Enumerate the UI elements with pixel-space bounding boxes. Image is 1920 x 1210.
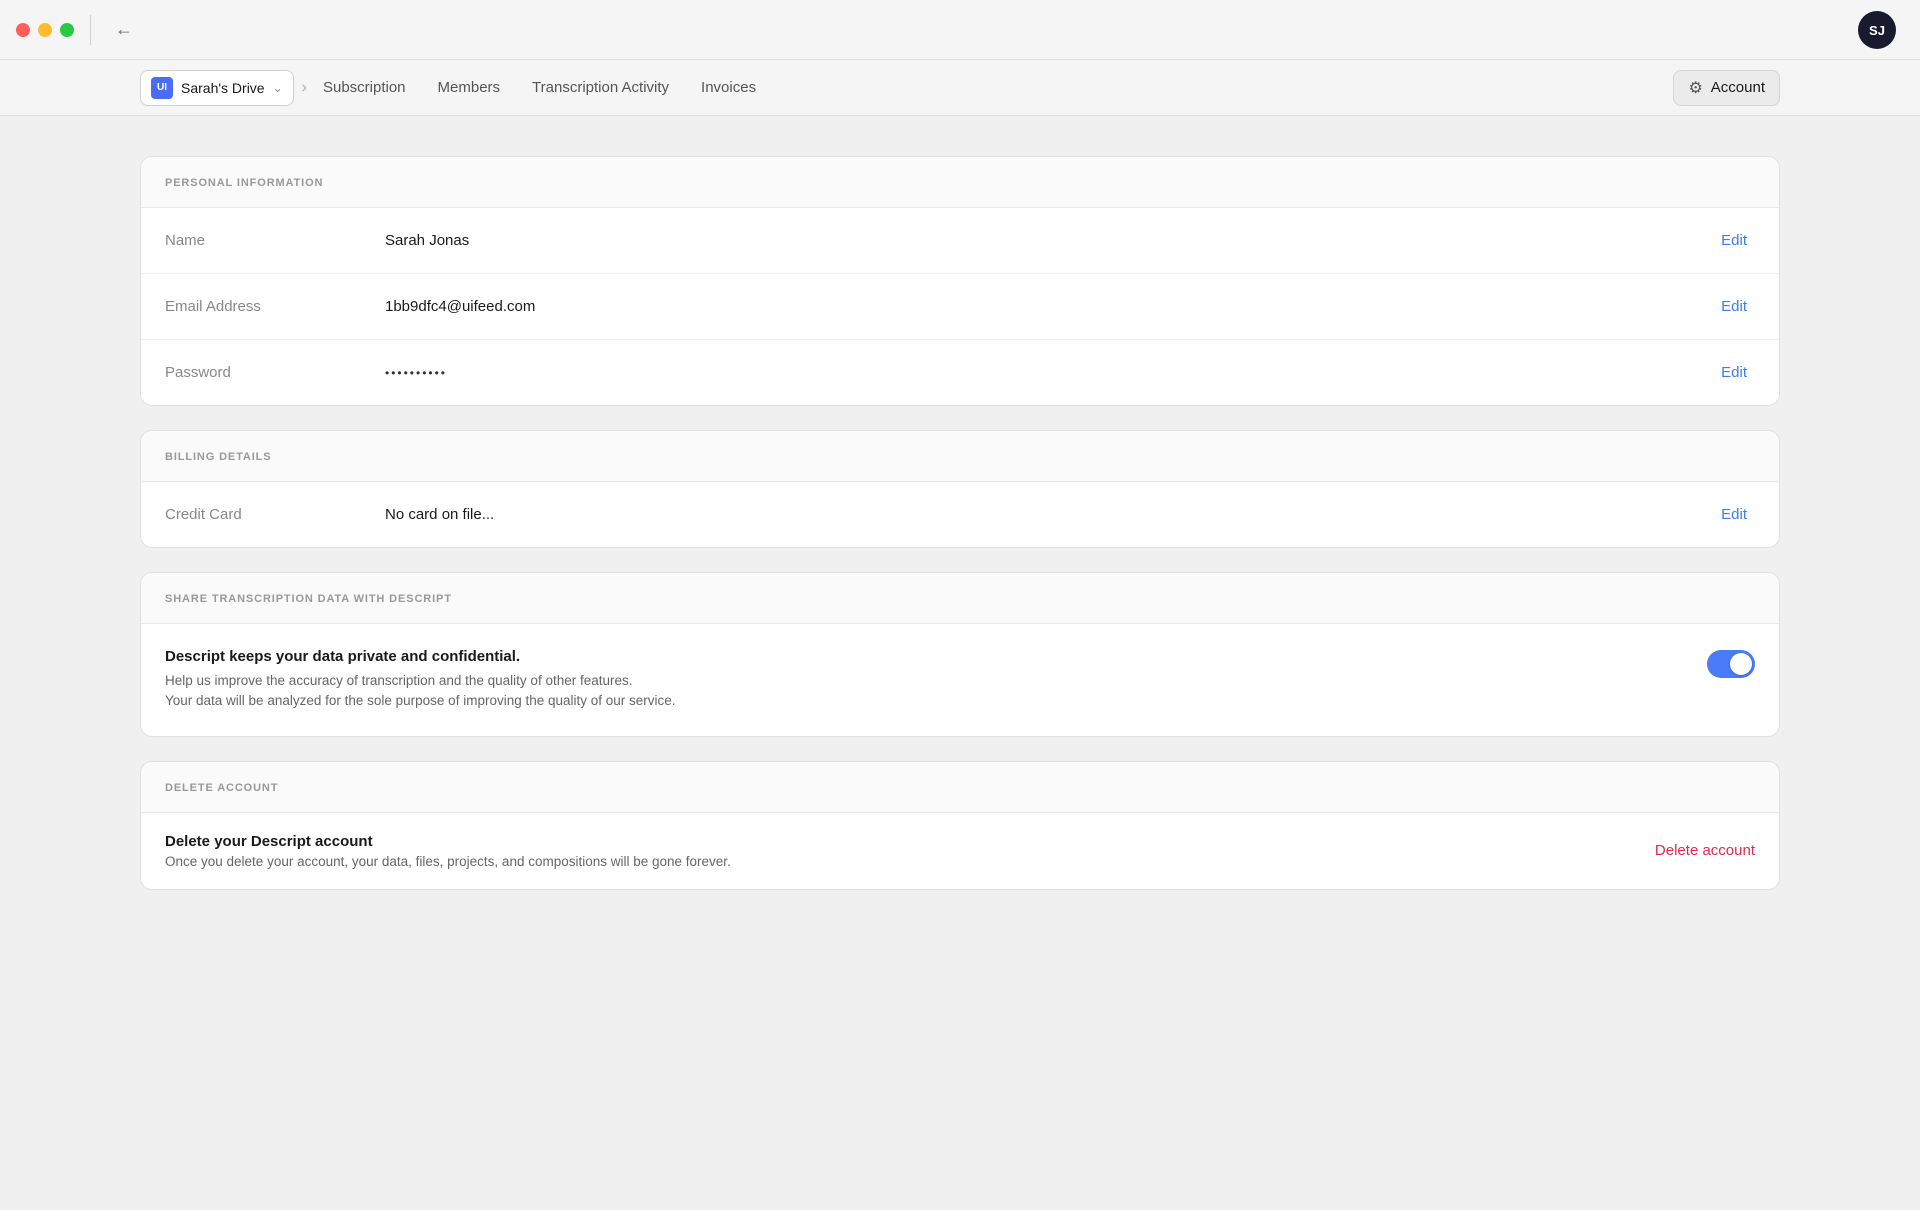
toggle-thumb — [1730, 653, 1752, 675]
delete-account-heading: Delete your Descript account — [165, 833, 1655, 850]
email-label: Email Address — [165, 298, 385, 315]
billing-details-header: BILLING DETAILS — [141, 431, 1779, 482]
titlebar-divider — [90, 15, 91, 45]
credit-card-row: Credit Card No card on file... Edit — [141, 482, 1779, 547]
name-label: Name — [165, 232, 385, 249]
billing-details-card: BILLING DETAILS Credit Card No card on f… — [140, 430, 1780, 548]
personal-information-card: PERSONAL INFORMATION Name Sarah Jonas Ed… — [140, 156, 1780, 406]
email-edit-button[interactable]: Edit — [1713, 294, 1755, 319]
avatar: SJ — [1858, 11, 1896, 49]
gear-icon: ⚙ — [1688, 78, 1702, 98]
titlebar: ← SJ — [0, 0, 1920, 60]
share-transcription-desc1: Help us improve the accuracy of transcri… — [165, 671, 1691, 691]
breadcrumb-chevron-icon: › — [302, 79, 307, 97]
window-controls — [16, 23, 74, 37]
delete-text-block: Delete your Descript account Once you de… — [165, 833, 1655, 869]
email-value: 1bb9dfc4@uifeed.com — [385, 298, 1713, 315]
account-button-label: Account — [1711, 79, 1765, 96]
share-transcription-row: Descript keeps your data private and con… — [141, 624, 1779, 736]
nav-link-subscription[interactable]: Subscription — [323, 75, 406, 100]
toggle-track[interactable] — [1707, 650, 1755, 678]
credit-card-label: Credit Card — [165, 506, 385, 523]
nav-links: Subscription Members Transcription Activ… — [323, 75, 1673, 100]
credit-card-value: No card on file... — [385, 506, 1713, 523]
navbar: UI Sarah's Drive ⌄ › Subscription Member… — [0, 60, 1920, 116]
share-transcription-header: SHARE TRANSCRIPTION DATA WITH DESCRIPT — [141, 573, 1779, 624]
share-transcription-toggle[interactable] — [1707, 650, 1755, 678]
delete-account-row: Delete your Descript account Once you de… — [141, 813, 1779, 889]
password-edit-button[interactable]: Edit — [1713, 360, 1755, 385]
name-row: Name Sarah Jonas Edit — [141, 208, 1779, 274]
drive-selector[interactable]: UI Sarah's Drive ⌄ — [140, 70, 294, 106]
personal-information-header: PERSONAL INFORMATION — [141, 157, 1779, 208]
name-value: Sarah Jonas — [385, 232, 1713, 249]
nav-link-transcription-activity[interactable]: Transcription Activity — [532, 75, 669, 100]
share-transcription-card: SHARE TRANSCRIPTION DATA WITH DESCRIPT D… — [140, 572, 1780, 737]
personal-information-title: PERSONAL INFORMATION — [165, 177, 323, 189]
password-label: Password — [165, 364, 385, 381]
delete-account-header: DELETE ACCOUNT — [141, 762, 1779, 813]
nav-link-invoices[interactable]: Invoices — [701, 75, 756, 100]
share-transcription-title: SHARE TRANSCRIPTION DATA WITH DESCRIPT — [165, 593, 452, 605]
billing-details-title: BILLING DETAILS — [165, 451, 272, 463]
share-transcription-toggle-title: Descript keeps your data private and con… — [165, 648, 1691, 665]
minimize-button[interactable] — [38, 23, 52, 37]
password-row: Password •••••••••• Edit — [141, 340, 1779, 405]
drive-name: Sarah's Drive — [181, 80, 265, 96]
email-row: Email Address 1bb9dfc4@uifeed.com Edit — [141, 274, 1779, 340]
maximize-button[interactable] — [60, 23, 74, 37]
delete-account-desc: Once you delete your account, your data,… — [165, 854, 1655, 869]
account-button[interactable]: ⚙ Account — [1673, 70, 1780, 106]
delete-account-card: DELETE ACCOUNT Delete your Descript acco… — [140, 761, 1780, 890]
close-button[interactable] — [16, 23, 30, 37]
drive-chevron-icon: ⌄ — [273, 81, 283, 95]
share-transcription-text: Descript keeps your data private and con… — [165, 648, 1691, 712]
credit-card-edit-button[interactable]: Edit — [1713, 502, 1755, 527]
nav-link-members[interactable]: Members — [438, 75, 501, 100]
password-value: •••••••••• — [385, 366, 1713, 380]
name-edit-button[interactable]: Edit — [1713, 228, 1755, 253]
share-transcription-desc2: Your data will be analyzed for the sole … — [165, 691, 1691, 711]
delete-account-title: DELETE ACCOUNT — [165, 782, 278, 794]
back-button[interactable]: ← — [107, 15, 141, 44]
main-content: PERSONAL INFORMATION Name Sarah Jonas Ed… — [0, 116, 1920, 954]
drive-icon: UI — [151, 77, 173, 99]
delete-account-button[interactable]: Delete account — [1655, 842, 1755, 859]
